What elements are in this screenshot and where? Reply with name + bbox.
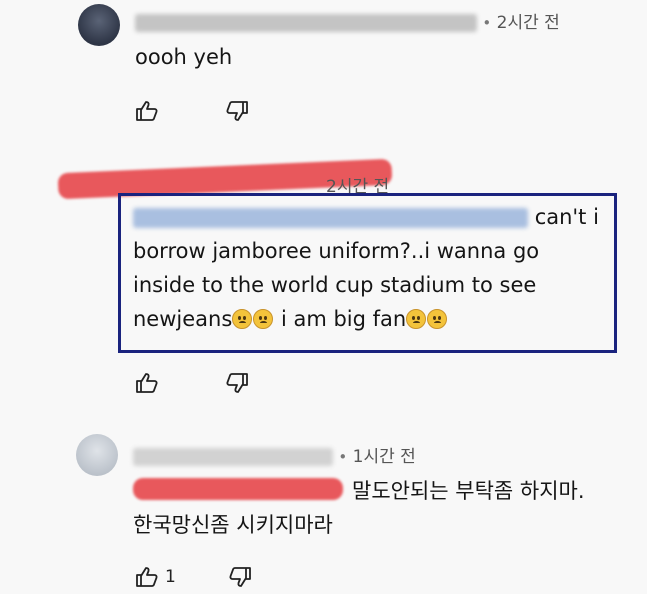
author-name-blurred[interactable] [133,448,333,466]
comment-actions [135,372,249,394]
author-name-blurred[interactable] [135,14,477,32]
thumbs-down-icon [226,101,248,121]
thumbs-up-icon [136,101,158,121]
thumbs-down-icon [226,373,248,393]
thumbs-up-icon [136,567,158,587]
comment-text-line-2: 한국망신좀 시키지마라 [133,513,333,537]
like-count: 1 [165,567,176,587]
avatar[interactable] [76,434,118,476]
avatar[interactable] [78,4,120,46]
redacted-mention [133,478,343,500]
separator-dot: • [338,448,348,466]
like-button[interactable] [135,372,159,394]
comment-3: • 1시간 전 말도안되는 부탁좀 하지마. 한국망신좀 시키지마라 1 [0,430,647,594]
comment-text-line-1: 말도안되는 부탁좀 하지마. [352,479,585,503]
separator-dot: • [482,14,492,32]
comment-meta: • 1시간 전 [133,442,416,467]
thumbs-down-icon [229,567,251,587]
highlight-box [118,193,617,353]
thumbs-up-icon [136,373,158,393]
comment-actions: 1 [135,566,252,588]
timestamp: 2시간 전 [496,13,560,33]
comment-meta: • 2시간 전 [135,8,560,33]
comment-text: oooh yeh [135,45,233,69]
comment-actions [135,100,249,122]
dislike-button[interactable] [225,100,249,122]
dislike-button[interactable] [225,372,249,394]
like-button[interactable] [135,100,159,122]
comment-1: • 2시간 전 oooh yeh [0,0,647,140]
like-button[interactable] [135,566,159,588]
dislike-button[interactable] [228,566,252,588]
timestamp: 1시간 전 [352,447,416,467]
